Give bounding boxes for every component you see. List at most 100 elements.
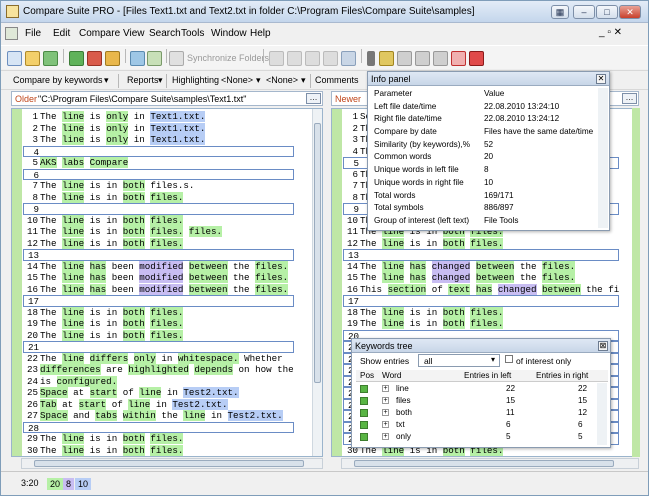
menu-search[interactable]: Search	[149, 28, 181, 39]
keywords-scrollbar[interactable]	[597, 383, 607, 445]
right-browse-button[interactable]: …	[622, 93, 637, 104]
menu-file[interactable]: File	[25, 28, 41, 39]
kw-col-word[interactable]: Word	[382, 370, 401, 382]
left-hscroll-thumb[interactable]	[34, 460, 304, 467]
mdi-controls[interactable]: _ ▫ ✕	[599, 27, 622, 38]
info-col-value: Value	[484, 89, 505, 98]
left-line: 20 The line is in both files.	[23, 329, 294, 342]
keyword-left-count: 11	[506, 408, 515, 417]
highlight-select-1[interactable]: <None>	[221, 75, 253, 85]
menu-tools[interactable]: Tools	[181, 28, 204, 39]
expand-icon[interactable]: +	[382, 421, 389, 428]
keyword-word: line	[396, 384, 409, 393]
close-button[interactable]: ✕	[619, 5, 641, 19]
pin-icon[interactable]	[367, 51, 375, 66]
new-icon[interactable]	[7, 51, 22, 66]
compare-by-arrow-icon[interactable]: ▾	[104, 75, 109, 86]
reports-arrow-icon[interactable]: ▾	[158, 75, 163, 86]
highlight-icon[interactable]	[451, 51, 466, 66]
line-number: 11	[26, 226, 38, 237]
keyword-right-count: 22	[578, 384, 588, 393]
menu-help[interactable]: Help	[250, 28, 271, 39]
align-icon[interactable]	[415, 51, 430, 66]
disabled-icon	[269, 51, 284, 66]
expand-icon[interactable]: +	[382, 409, 389, 416]
line-text: The line is only in Text1.txt.	[40, 122, 206, 134]
left-text-pane[interactable]: 1 The line is only in Text1.txt. 2 The line…	[11, 108, 323, 457]
docs-icon[interactable]	[147, 51, 162, 66]
align-icon[interactable]	[397, 51, 412, 66]
left-browse-button[interactable]: …	[306, 93, 321, 104]
expand-icon[interactable]: +	[382, 397, 389, 404]
highlight-arrow-icon[interactable]: ▾	[256, 75, 261, 86]
keyword-row[interactable]: + both 11 12	[356, 407, 596, 419]
info-param: Similarity (by keywords),%	[374, 139, 470, 149]
kw-col-pos[interactable]: Pos	[360, 370, 374, 382]
line-number: 16	[346, 283, 358, 295]
folders-icon[interactable]	[130, 51, 145, 66]
keyword-row[interactable]: + txt 6 6	[356, 419, 596, 431]
align-icon[interactable]	[433, 51, 448, 66]
expand-icon[interactable]: +	[382, 385, 389, 392]
maximize-button[interactable]: □	[596, 5, 618, 19]
comments-button[interactable]: Comments	[315, 75, 359, 85]
open-icon[interactable]	[25, 51, 40, 66]
keyword-word: only	[396, 432, 412, 441]
kw-col-right[interactable]: Entries in right	[536, 370, 588, 382]
line-number: 15	[26, 272, 38, 283]
info-panel-close-icon[interactable]: ✕	[596, 74, 606, 84]
info-value: File Tools	[484, 215, 519, 225]
filter-icon[interactable]	[87, 51, 102, 66]
person-icon[interactable]	[105, 51, 120, 66]
sync-icon[interactable]	[169, 51, 184, 66]
sync-folders-button[interactable]: Synchronize Folders	[187, 53, 269, 63]
keyword-row[interactable]: + line 22 22	[356, 383, 596, 395]
numbers-icon[interactable]	[379, 51, 394, 66]
save-icon[interactable]	[43, 51, 58, 66]
line-number: 12	[346, 237, 358, 249]
window-icon[interactable]	[341, 51, 356, 66]
line-number: 10	[26, 214, 38, 226]
menu-edit[interactable]: Edit	[53, 28, 70, 39]
keyword-row[interactable]: + only 5 5	[356, 431, 596, 443]
menu-view[interactable]: View	[123, 28, 145, 39]
line-number: 2	[352, 122, 358, 134]
expand-icon[interactable]: +	[382, 433, 389, 440]
kw-col-left[interactable]: Entries in left	[464, 370, 511, 382]
layout-icon[interactable]: ▦	[551, 5, 569, 19]
keyword-right-count: 12	[578, 408, 588, 417]
left-horizontal-scrollbar[interactable]	[21, 458, 323, 469]
report-icon[interactable]	[469, 51, 484, 66]
line-number: 1	[352, 111, 358, 122]
highlight-select-2[interactable]: <None>	[266, 75, 298, 85]
info-col-param: Parameter	[374, 89, 413, 98]
line-number: 11	[346, 226, 358, 237]
left-line: 28	[23, 421, 294, 434]
keywords-tree-close-icon[interactable]: ⊠	[598, 341, 608, 351]
highlight-arrow-icon[interactable]: ▾	[301, 75, 306, 86]
compare-icon[interactable]	[69, 51, 84, 66]
menu-compare[interactable]: Compare	[79, 28, 120, 39]
of-interest-checkbox[interactable]	[505, 355, 513, 363]
info-param: Common words	[374, 152, 432, 162]
line-number: 3	[32, 134, 38, 145]
keywords-tree-title: Keywords tree	[352, 339, 610, 353]
keyword-row[interactable]: + files 15 15	[356, 395, 596, 407]
info-value: 22.08.2010 13:24:10	[484, 101, 560, 111]
line-number: 5	[32, 157, 38, 168]
keyword-word: both	[396, 408, 412, 417]
menu-window[interactable]: Window	[211, 28, 247, 39]
left-scroll-thumb[interactable]	[314, 123, 321, 383]
right-hscroll-thumb[interactable]	[354, 460, 614, 467]
compare-by-dropdown[interactable]: Compare by keywords	[13, 75, 103, 85]
minimize-button[interactable]: –	[573, 5, 595, 19]
reports-dropdown[interactable]: Reports	[127, 75, 159, 85]
toolbar-separator	[310, 74, 311, 88]
info-scrollbar[interactable]	[598, 88, 608, 228]
left-path-field[interactable]: "C:\Program Files\Compare Suite\samples\…	[38, 94, 246, 104]
left-vertical-scrollbar[interactable]	[312, 109, 322, 456]
right-horizontal-scrollbar[interactable]	[341, 458, 639, 469]
right-line: 17	[343, 295, 620, 307]
disabled-icon	[287, 51, 302, 66]
show-entries-select[interactable]: all ▾	[418, 354, 500, 367]
